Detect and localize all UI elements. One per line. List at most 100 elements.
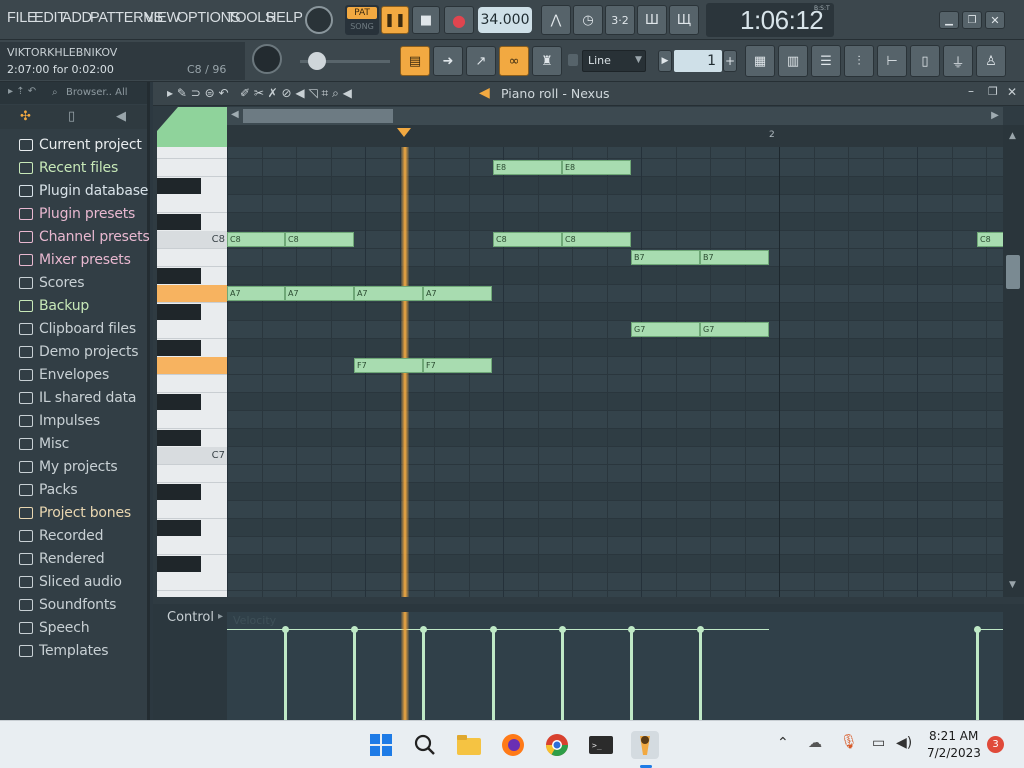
- browser-item-sliced-audio[interactable]: Sliced audio: [0, 571, 150, 593]
- countdown-button[interactable]: 3·2: [605, 5, 635, 35]
- pr-minimize-icon[interactable]: –: [968, 84, 974, 98]
- velocity-stem[interactable]: [422, 630, 425, 720]
- note-c8[interactable]: C8: [562, 232, 631, 247]
- slide-button[interactable]: ↗: [466, 46, 496, 76]
- master-volume-knob[interactable]: [305, 6, 333, 34]
- chrome-icon[interactable]: [543, 731, 571, 759]
- microphone-icon[interactable]: 🎙: [840, 734, 858, 750]
- network-icon[interactable]: ▭: [872, 735, 885, 751]
- white-key[interactable]: [157, 411, 227, 429]
- white-key[interactable]: [157, 159, 227, 177]
- pr-overview-thumb[interactable]: [243, 109, 393, 123]
- browser-item-envelopes[interactable]: Envelopes: [0, 364, 150, 386]
- note-e8[interactable]: E8: [493, 160, 562, 175]
- step-forward-button[interactable]: ➜: [433, 46, 463, 76]
- metronome-button[interactable]: ⋀: [541, 5, 571, 35]
- menu-help[interactable]: HELP: [266, 10, 303, 26]
- pattern-tab[interactable]: [157, 107, 227, 147]
- white-key[interactable]: [157, 465, 227, 483]
- white-key[interactable]: [157, 591, 227, 597]
- menu-file[interactable]: FILE: [7, 10, 37, 26]
- maximize-button[interactable]: ❐: [962, 11, 982, 29]
- velocity-handle[interactable]: [974, 626, 981, 633]
- velocity-stem[interactable]: [976, 630, 979, 720]
- velocity-stem[interactable]: [353, 630, 356, 720]
- piano-roll-button[interactable]: ▥: [778, 45, 808, 77]
- note-c8[interactable]: C8: [977, 232, 1003, 247]
- velocity-handle[interactable]: [628, 626, 635, 633]
- white-key[interactable]: [157, 501, 227, 519]
- browser-item-backup[interactable]: Backup: [0, 295, 150, 317]
- note-a7[interactable]: A7: [354, 286, 423, 301]
- terminal-icon[interactable]: >_: [587, 731, 615, 759]
- browser-item-templates[interactable]: Templates: [0, 640, 150, 662]
- browser-item-packs[interactable]: Packs: [0, 479, 150, 501]
- note-e8[interactable]: E8: [562, 160, 631, 175]
- firefox-icon[interactable]: [499, 731, 527, 759]
- volume-icon[interactable]: ◀): [896, 735, 912, 751]
- velocity-handle[interactable]: [697, 626, 704, 633]
- note-b7[interactable]: B7: [700, 250, 769, 265]
- channel-rack-button[interactable]: ☰: [811, 45, 841, 77]
- tempo-display[interactable]: 34.000: [478, 7, 532, 33]
- note-c8[interactable]: C8: [227, 232, 285, 247]
- control-arrow-icon[interactable]: ▸: [218, 611, 223, 622]
- speaker-icon[interactable]: ◀: [116, 109, 126, 124]
- note-g7[interactable]: G7: [631, 322, 700, 337]
- project-button[interactable]: ▯: [910, 45, 940, 77]
- hat-button[interactable]: ♜: [532, 46, 562, 76]
- pr-maximize-icon[interactable]: ❐: [988, 85, 998, 98]
- note-a7[interactable]: A7: [227, 286, 285, 301]
- browser-item-current-project[interactable]: Current project: [0, 134, 150, 156]
- piano-keyboard[interactable]: C8 C7: [157, 147, 227, 597]
- step-plus-button[interactable]: +: [723, 50, 737, 72]
- piano-roll-tool-button[interactable]: ▤: [400, 46, 430, 76]
- black-key[interactable]: [157, 268, 201, 284]
- velocity-handle[interactable]: [559, 626, 566, 633]
- browser-item-speech[interactable]: Speech: [0, 617, 150, 639]
- snap-dropdown[interactable]: Line ▼: [582, 50, 646, 72]
- browser-item-mixer-presets[interactable]: Mixer presets: [0, 249, 150, 271]
- velocity-handle[interactable]: [282, 626, 289, 633]
- scroll-down-icon[interactable]: ▼: [1009, 580, 1016, 590]
- browser-item-clipboard-files[interactable]: Clipboard files: [0, 318, 150, 340]
- tray-chevron-up-icon[interactable]: ⌃: [777, 735, 789, 751]
- search-icon[interactable]: ⌕: [52, 87, 58, 98]
- vertical-scrollbar[interactable]: ▲ ▼: [1003, 125, 1024, 597]
- browser-header-label[interactable]: Browser.. All: [66, 87, 128, 98]
- black-key[interactable]: [157, 394, 201, 410]
- playhead-marker[interactable]: [397, 128, 411, 137]
- white-key[interactable]: [157, 573, 227, 591]
- browser-item-recent-files[interactable]: Recent files: [0, 157, 150, 179]
- pat-song-switch[interactable]: PAT SONG: [345, 5, 379, 35]
- browser-item-rendered[interactable]: Rendered: [0, 548, 150, 570]
- browser-item-plugin-database[interactable]: Plugin database: [0, 180, 150, 202]
- browser-item-misc[interactable]: Misc: [0, 433, 150, 455]
- search-icon[interactable]: [411, 731, 439, 759]
- piano-roll-title[interactable]: Piano roll - Nexus: [501, 86, 610, 101]
- scroll-up-icon[interactable]: ▲: [1009, 131, 1016, 141]
- time-ruler[interactable]: 2: [227, 125, 1003, 147]
- browser-item-impulses[interactable]: Impulses: [0, 410, 150, 432]
- velocity-stem[interactable]: [699, 630, 702, 720]
- clock-time[interactable]: 8:21 AM: [929, 729, 978, 743]
- step-prev-button[interactable]: ▶: [658, 50, 672, 72]
- velocity-stem[interactable]: [492, 630, 495, 720]
- blend-notes-button[interactable]: Ш: [637, 5, 667, 35]
- note-c8[interactable]: C8: [285, 232, 354, 247]
- white-key[interactable]: [157, 285, 227, 303]
- note-a7[interactable]: A7: [285, 286, 354, 301]
- white-key[interactable]: [157, 321, 227, 339]
- white-key[interactable]: [157, 147, 227, 159]
- note-f7[interactable]: F7: [354, 358, 423, 373]
- white-key[interactable]: [157, 357, 227, 375]
- wait-input-button[interactable]: ◷: [573, 5, 603, 35]
- browser-item-demo-projects[interactable]: Demo projects: [0, 341, 150, 363]
- close-button[interactable]: ✕: [985, 11, 1005, 29]
- pr-close-icon[interactable]: ✕: [1007, 85, 1017, 99]
- pause-button[interactable]: ❚❚: [381, 6, 409, 34]
- velocity-lane[interactable]: Velocity: [227, 612, 1003, 720]
- browser-file-icon[interactable]: ▯: [68, 109, 75, 124]
- onedrive-icon[interactable]: ☁: [808, 735, 822, 751]
- file-explorer-icon[interactable]: [455, 731, 483, 759]
